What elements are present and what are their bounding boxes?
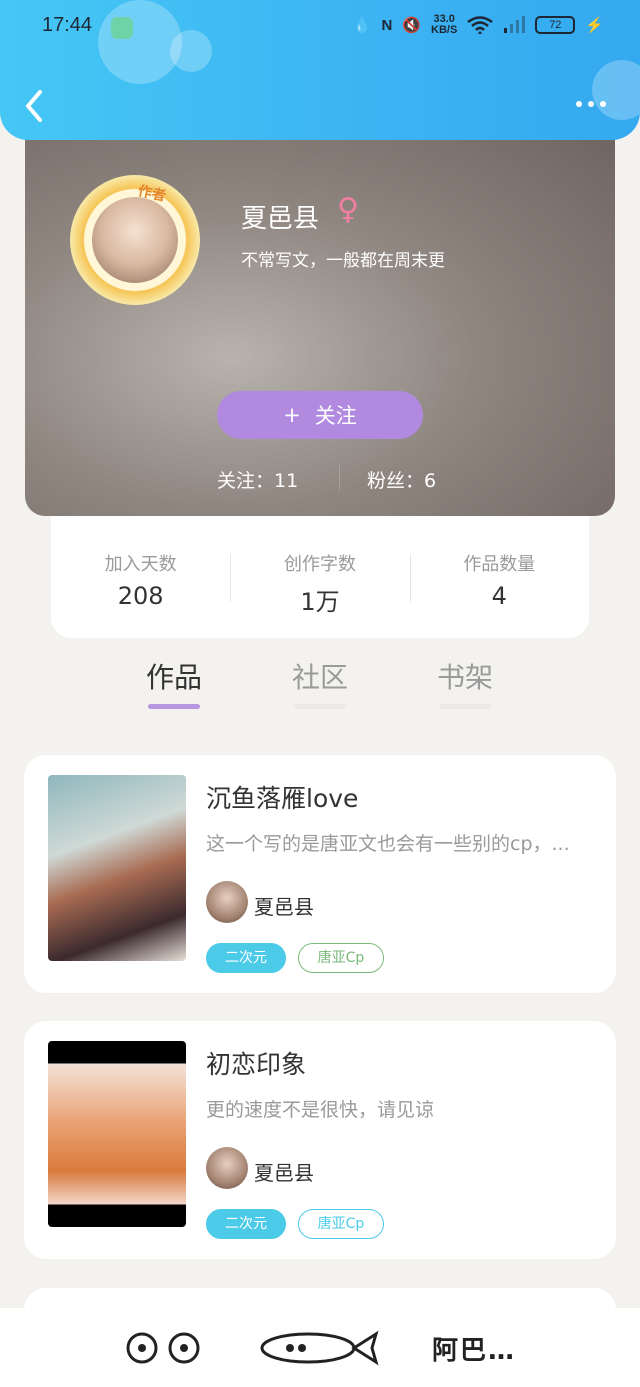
work-description: 更的速度不是很快，请见谅 <box>206 1099 435 1121</box>
author-avatar <box>206 881 248 923</box>
back-button[interactable] <box>20 86 50 126</box>
tab-community[interactable]: 社区 <box>280 656 360 709</box>
tab-works[interactable]: 作品 <box>134 656 214 709</box>
decor-bubble <box>170 30 212 72</box>
author-avatar <box>206 1147 248 1189</box>
charging-icon: ⚡ <box>585 17 604 34</box>
avatar[interactable]: 作者 <box>70 175 200 305</box>
net-speed-unit: KB/S <box>431 24 458 36</box>
signal-icon <box>504 16 526 33</box>
battery-indicator: 72 <box>535 16 576 34</box>
stat-join-days: 加入天数 208 <box>51 516 230 638</box>
follow-button[interactable]: + 关注 <box>217 391 423 439</box>
tab-indicator <box>439 704 491 709</box>
work-cover-image <box>48 1041 186 1227</box>
tab-indicator <box>148 704 200 709</box>
user-bio: 不常写文，一般都在周末更 <box>241 251 445 271</box>
female-icon: ♀ <box>337 192 359 227</box>
top-header: 17:44 💧 N 🔇 33.0 KB/S 72 ⚡ <box>0 0 640 140</box>
divider <box>339 465 340 491</box>
tag-badge: 唐亚Cp <box>298 943 384 973</box>
fish-icon[interactable] <box>258 1326 380 1370</box>
author-name: 夏邑县 <box>254 1161 314 1185</box>
tab-label: 社区 <box>291 661 348 694</box>
work-title: 沉鱼落雁love <box>206 784 359 813</box>
status-time: 17:44 <box>42 14 93 36</box>
flower-icon[interactable] <box>118 1326 208 1370</box>
dot <box>588 101 594 107</box>
divider <box>409 554 411 602</box>
mute-icon: 🔇 <box>402 17 422 34</box>
bottom-bar: 阿巴… <box>0 1308 640 1387</box>
stat-label: 作品数量 <box>463 554 536 575</box>
tag-badge: 二次元 <box>206 1209 286 1239</box>
tab-indicator <box>294 704 346 709</box>
nfc-icon: N <box>381 16 393 34</box>
data-saver-icon: 💧 <box>352 17 372 34</box>
stat-works-count: 作品数量 4 <box>409 516 589 638</box>
net-speed: 33.0 KB/S <box>431 14 457 36</box>
more-button[interactable] <box>576 94 612 114</box>
follow-button-label: 关注 <box>314 404 357 428</box>
stat-label: 加入天数 <box>104 554 177 575</box>
tab-label: 书架 <box>436 661 493 694</box>
work-title: 初恋印象 <box>206 1050 307 1079</box>
divider <box>230 554 232 602</box>
work-card[interactable]: 初恋印象 更的速度不是很快，请见谅 夏邑县 二次元 唐亚Cp <box>24 1021 616 1259</box>
tab-label: 作品 <box>145 661 202 694</box>
following-count[interactable]: 关注：11 <box>217 466 298 493</box>
decor-bubble <box>98 0 182 84</box>
stat-value: 4 <box>491 582 507 610</box>
tag-badge: 唐亚Cp <box>298 1209 384 1239</box>
user-name: 夏邑县 <box>241 204 320 234</box>
stats-panel: 加入天数 208 创作字数 1万 作品数量 4 <box>51 516 589 638</box>
stat-value: 1万 <box>300 588 340 616</box>
stat-value: 208 <box>117 582 164 610</box>
tag-badge: 二次元 <box>206 943 286 973</box>
wifi-icon <box>467 16 494 34</box>
dot <box>576 101 582 107</box>
profile-tabs: 作品 社区 书架 <box>0 656 640 716</box>
work-card[interactable]: 沉鱼落雁love 这一个写的是唐亚文也会有一些别的cp，... 夏邑县 二次元 … <box>24 755 616 993</box>
work-description: 这一个写的是唐亚文也会有一些别的cp，... <box>206 833 570 855</box>
plus-icon: + <box>283 403 301 427</box>
tab-bookshelf[interactable]: 书架 <box>425 656 505 709</box>
stat-word-count: 创作字数 1万 <box>230 516 409 638</box>
work-cover-image <box>48 775 186 961</box>
bottom-bar-text[interactable]: 阿巴… <box>432 1330 516 1367</box>
author-name: 夏邑县 <box>254 895 314 919</box>
avatar-image <box>92 197 178 283</box>
dot <box>600 101 606 107</box>
stat-label: 创作字数 <box>283 554 356 575</box>
followers-count[interactable]: 粉丝：6 <box>367 466 436 493</box>
app-notification-icon <box>111 17 133 39</box>
status-icons: 💧 N 🔇 33.0 KB/S 72 ⚡ <box>353 14 604 36</box>
profile-card: 作者 夏邑县 ♀ 不常写文，一般都在周末更 + 关注 关注：11 粉丝：6 <box>25 120 615 516</box>
